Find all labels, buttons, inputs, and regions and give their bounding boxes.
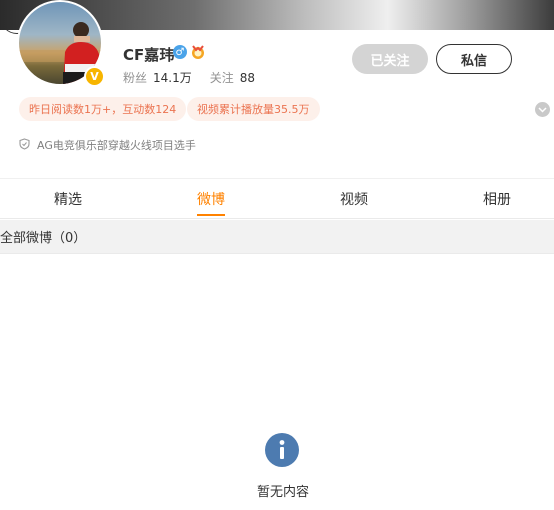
medal-icon[interactable]: [190, 44, 206, 60]
profile-stats: 粉丝 14.1万 关注 88: [123, 69, 273, 86]
divider: [0, 178, 554, 179]
feed-header-label[interactable]: 全部微博（0）: [0, 227, 86, 246]
tab-album[interactable]: 相册: [462, 189, 532, 209]
profile-description: AG电竞俱乐部穿越火线项目选手: [19, 137, 196, 153]
tabs-divider: [0, 218, 554, 219]
follow-count[interactable]: 88: [240, 71, 255, 85]
chevron-down-icon[interactable]: [535, 102, 550, 117]
profile-name: CF嘉玮: [123, 46, 175, 64]
feed-divider: [0, 253, 554, 254]
followed-button[interactable]: 已关注: [352, 44, 428, 74]
message-button[interactable]: 私信: [436, 44, 512, 74]
feed-header: 全部微博（0）: [0, 220, 554, 253]
tab-video[interactable]: 视频: [319, 189, 389, 209]
fans-label[interactable]: 粉丝: [123, 71, 147, 85]
reading-stats-tag[interactable]: 昨日阅读数1万+，互动数124: [19, 97, 187, 121]
shield-icon: [19, 137, 30, 153]
tab-featured[interactable]: 精选: [33, 189, 103, 209]
description-text: AG电竞俱乐部穿越火线项目选手: [37, 139, 196, 152]
info-icon: [265, 433, 299, 467]
tab-weibo[interactable]: 微博: [176, 189, 246, 209]
empty-state-text: 暂无内容: [256, 485, 309, 500]
active-tab-indicator: [197, 214, 225, 216]
male-icon: ♂: [173, 45, 187, 59]
verified-badge: V: [84, 66, 105, 87]
follow-label[interactable]: 关注: [210, 71, 234, 85]
video-stats-tag[interactable]: 视频累计播放量35.5万: [187, 97, 320, 121]
fans-count[interactable]: 14.1万: [153, 71, 192, 85]
